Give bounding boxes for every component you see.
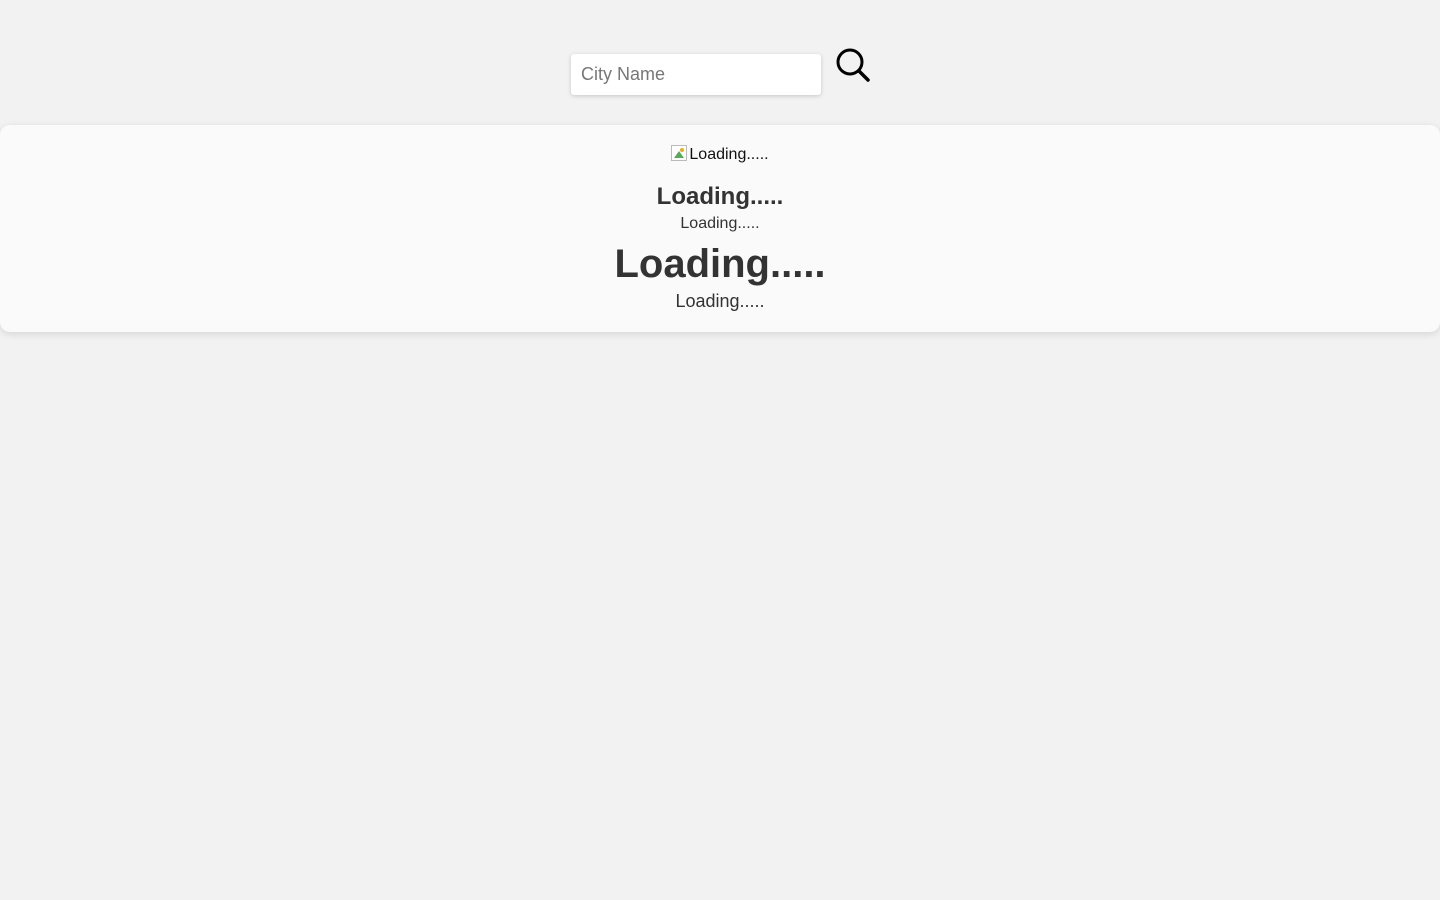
city-name: Loading..... (656, 183, 784, 210)
broken-image-icon (671, 145, 688, 161)
weather-card: Loading..... Loading..... Loading..... L… (0, 125, 1440, 332)
search-button[interactable] (833, 46, 873, 84)
weather-detail: Loading..... (675, 291, 765, 311)
temperature: Loading..... (614, 242, 826, 286)
city-search-input[interactable] (571, 54, 821, 95)
search-bar (0, 0, 1440, 125)
search-icon (833, 46, 873, 84)
weather-icon-image: Loading..... (0, 145, 1440, 163)
weather-description: Loading..... (680, 215, 760, 232)
weather-icon-alt-text: Loading..... (689, 146, 769, 163)
